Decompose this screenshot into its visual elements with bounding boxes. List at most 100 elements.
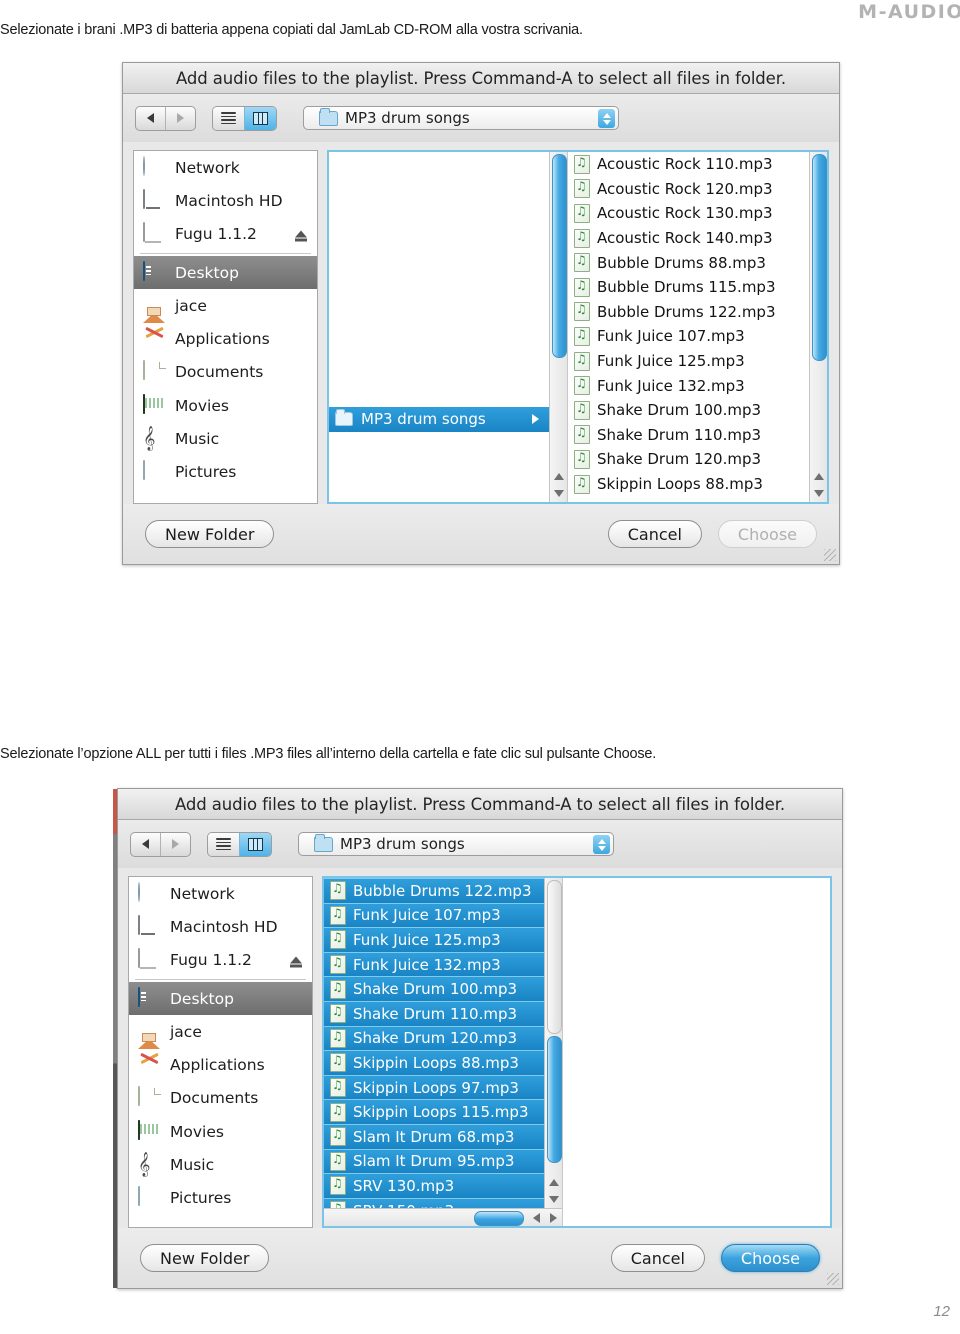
file-row-label: Slam It Drum 68.mp3 (353, 1127, 515, 1146)
scroll-down-button[interactable] (550, 485, 567, 502)
file-row[interactable]: Funk Juice 132.mp3 (568, 373, 809, 398)
forward-button-2[interactable] (160, 832, 190, 856)
path-popup-button-2[interactable]: MP3 drum songs (298, 832, 614, 856)
file-row[interactable]: Bubble Drums 115.mp3 (568, 275, 809, 300)
scrollbar-thumb[interactable] (552, 154, 567, 358)
sidebar-item-jace-2[interactable]: jace (129, 1015, 312, 1049)
scroll-left-button[interactable] (528, 1209, 545, 1226)
file-row[interactable]: Skippin Loops 88.mp3 (568, 472, 809, 497)
file-row[interactable]: Acoustic Rock 130.mp3 (568, 201, 809, 226)
folder-row-mp3-drum-songs[interactable]: MP3 drum songs (329, 407, 549, 432)
sidebar-item-fugu-2[interactable]: Fugu 1.1.2 (129, 944, 312, 977)
file-row[interactable]: Funk Juice 107.mp3 (324, 902, 544, 928)
popup-arrows-icon-1[interactable] (598, 109, 615, 128)
sidebar-item-documents-2[interactable]: Documents (129, 1082, 312, 1115)
file-row[interactable]: Acoustic Rock 110.mp3 (568, 152, 809, 177)
vertical-scrollbar-files-1[interactable] (809, 152, 827, 502)
sidebar-item-fugu-1[interactable]: Fugu 1.1.2 (134, 218, 317, 251)
sidebar-item-macintosh-hd-2[interactable]: Macintosh HD (129, 910, 312, 943)
vertical-scrollbar-folders-1[interactable] (549, 152, 567, 502)
resize-grip-1[interactable] (824, 549, 836, 561)
mp3-file-icon (574, 351, 590, 371)
view-mode-segment-2[interactable] (207, 831, 272, 857)
sidebar-item-network-1[interactable]: Network (134, 151, 317, 184)
scroll-up-button[interactable] (545, 1174, 562, 1191)
column-view-button-2[interactable] (239, 832, 271, 856)
back-button-1[interactable] (136, 107, 165, 130)
browser-column-empty-2[interactable] (563, 878, 830, 1226)
sidebar-item-desktop-1[interactable]: Desktop (134, 255, 317, 290)
file-row[interactable]: Funk Juice 125.mp3 (324, 927, 544, 952)
scroll-right-button[interactable] (545, 1209, 562, 1226)
scroll-down-button[interactable] (545, 1191, 562, 1208)
sidebar-item-music-1[interactable]: 𝄞 Music (134, 422, 317, 455)
sidebar-item-music-2[interactable]: 𝄞 Music (129, 1148, 312, 1181)
sidebar-1[interactable]: Network Macintosh HD Fugu 1.1.2 Desktop … (133, 150, 318, 504)
sidebar-item-pictures-1[interactable]: Pictures (134, 456, 317, 489)
eject-icon-2[interactable] (290, 956, 302, 968)
horizontal-scrollbar-2[interactable] (324, 1208, 562, 1226)
file-row[interactable]: Bubble Drums 88.mp3 (568, 250, 809, 275)
sidebar-item-jace-1[interactable]: jace (134, 289, 317, 323)
resize-grip-2[interactable] (827, 1273, 839, 1285)
file-row[interactable]: Bubble Drums 122.mp3 (568, 300, 809, 325)
file-row[interactable]: Skippin Loops 88.mp3 (324, 1050, 544, 1075)
choose-button-2[interactable]: Choose (720, 1244, 820, 1272)
hscrollbar-thumb[interactable] (474, 1211, 524, 1226)
file-row[interactable]: Acoustic Rock 140.mp3 (568, 226, 809, 251)
file-row[interactable]: Shake Drum 100.mp3 (568, 398, 809, 423)
file-row[interactable]: Funk Juice 125.mp3 (568, 349, 809, 374)
file-row[interactable]: Slam It Drum 95.mp3 (324, 1148, 544, 1174)
path-popup-button-1[interactable]: MP3 drum songs (303, 106, 619, 130)
file-row[interactable]: Shake Drum 120.mp3 (568, 447, 809, 472)
scroll-up-button[interactable] (550, 468, 567, 485)
column-view-button-1[interactable] (244, 106, 276, 130)
scroll-up-button[interactable] (810, 468, 827, 485)
sidebar-item-applications-2[interactable]: Applications (129, 1048, 312, 1081)
file-row[interactable]: SRV 130.mp3 (324, 1173, 544, 1198)
new-folder-button-1[interactable]: New Folder (145, 520, 275, 548)
new-folder-button-2[interactable]: New Folder (140, 1244, 270, 1272)
eject-icon-1[interactable] (295, 230, 307, 242)
browser-column-folders-1[interactable]: MP3 drum songs (329, 152, 568, 502)
scrollbar-thumb[interactable] (547, 880, 562, 1034)
back-button-2[interactable] (131, 833, 160, 856)
sidebar-item-applications-1[interactable]: Applications (134, 322, 317, 355)
file-row[interactable]: Funk Juice 107.mp3 (568, 324, 809, 349)
sidebar-item-pictures-2[interactable]: Pictures (129, 1182, 312, 1215)
sidebar-item-movies-1[interactable]: Movies (134, 389, 317, 422)
file-row[interactable]: Acoustic Rock 120.mp3 (568, 177, 809, 202)
scrollbar-thumb[interactable] (812, 154, 827, 361)
forward-button-1[interactable] (165, 106, 195, 130)
file-row[interactable]: Skippin Loops 115.mp3 (324, 1099, 544, 1124)
sidebar-item-documents-1[interactable]: Documents (134, 356, 317, 389)
navigation-segment-2[interactable] (130, 831, 191, 857)
scrollbar-thumb-active[interactable] (547, 1036, 562, 1163)
file-row[interactable]: Skippin Loops 97.mp3 (324, 1074, 544, 1100)
scroll-down-button[interactable] (810, 485, 827, 502)
file-row[interactable]: Shake Drum 110.mp3 (568, 423, 809, 448)
view-mode-segment-1[interactable] (212, 105, 277, 131)
choose-button-1[interactable]: Choose (717, 520, 817, 548)
file-row[interactable]: Shake Drum 120.mp3 (324, 1025, 544, 1051)
file-row[interactable]: Bubble Drums 122.mp3 (324, 878, 544, 903)
navigation-segment-1[interactable] (135, 105, 196, 131)
cancel-button-2[interactable]: Cancel (610, 1244, 705, 1272)
file-row[interactable]: Shake Drum 100.mp3 (324, 976, 544, 1001)
list-view-button-2[interactable] (208, 832, 239, 856)
cancel-button-1[interactable]: Cancel (607, 520, 702, 548)
sidebar-item-macintosh-hd-1[interactable]: Macintosh HD (134, 184, 317, 217)
sidebar-item-network-2[interactable]: Network (129, 877, 312, 910)
sidebar-item-movies-2[interactable]: Movies (129, 1115, 312, 1148)
file-row[interactable]: Funk Juice 132.mp3 (324, 951, 544, 977)
sidebar-2[interactable]: Network Macintosh HD Fugu 1.1.2 Desktop … (128, 876, 313, 1228)
popup-arrows-icon-2[interactable] (593, 835, 610, 854)
browser-column-files-2[interactable]: Bubble Drums 122.mp3 Funk Juice 107.mp3 Fu… (324, 878, 563, 1226)
vertical-scrollbar-files-2[interactable] (544, 878, 562, 1208)
sidebar-item-desktop-2[interactable]: Desktop (129, 981, 312, 1016)
file-row-label: Shake Drum 110.mp3 (353, 1004, 518, 1023)
file-row[interactable]: Shake Drum 110.mp3 (324, 1000, 544, 1026)
browser-column-files-1[interactable]: Acoustic Rock 110.mp3 Acoustic Rock 120.m… (568, 152, 827, 502)
list-view-button-1[interactable] (213, 106, 244, 130)
file-row[interactable]: Slam It Drum 68.mp3 (324, 1123, 544, 1149)
